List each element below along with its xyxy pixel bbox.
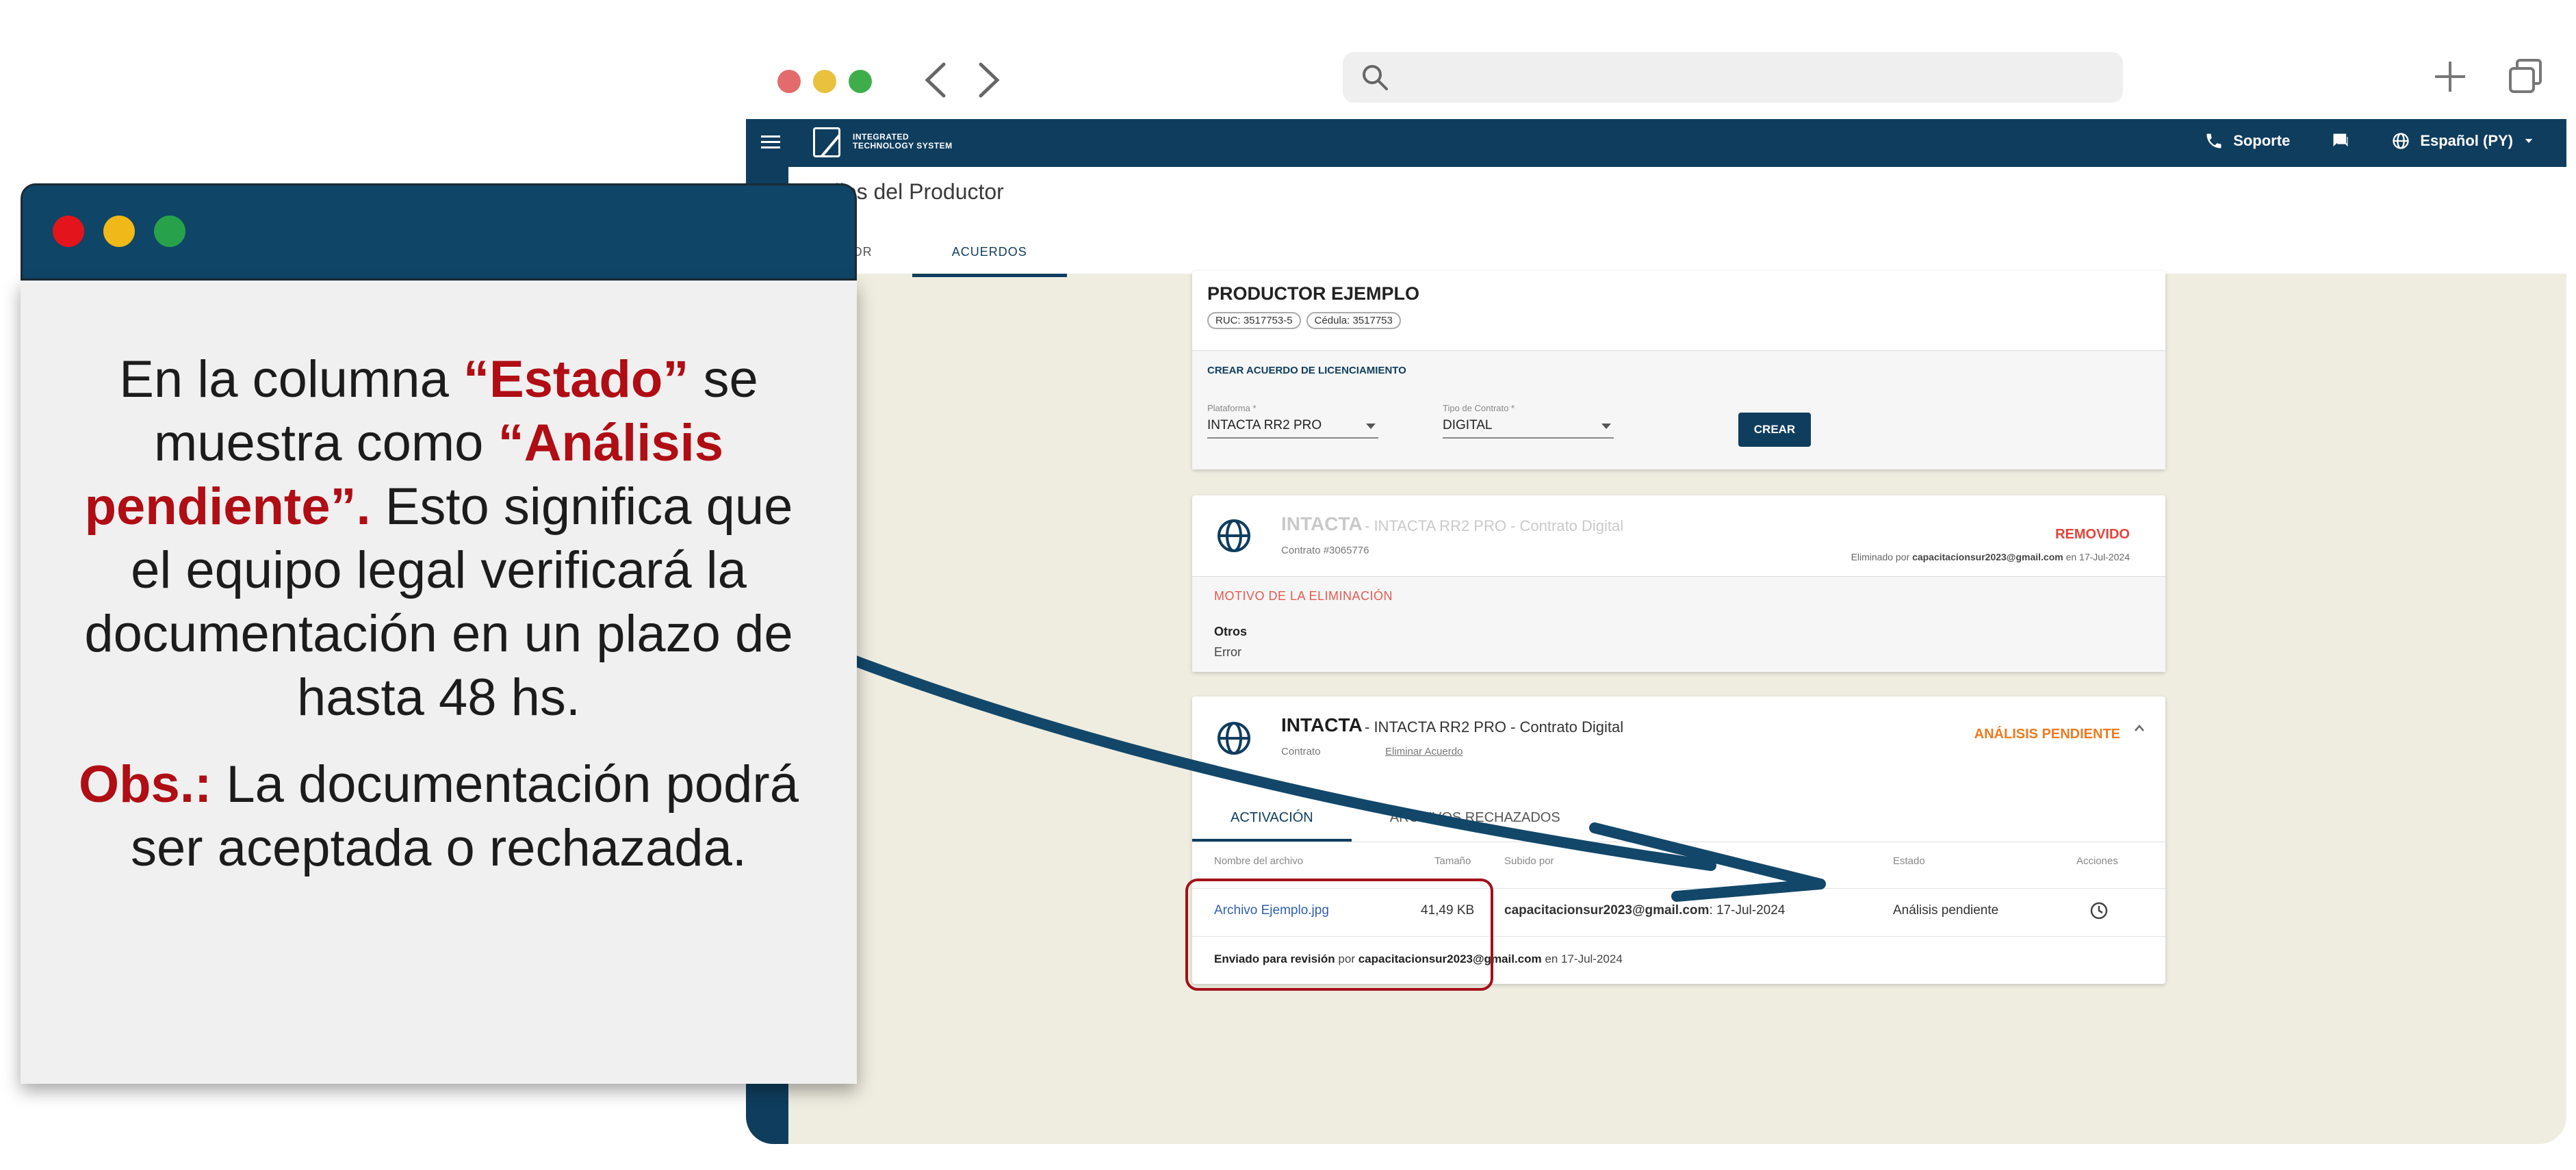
maximize-dot — [154, 216, 185, 247]
app-header: INTEGRATED TECHNOLOGY SYSTEM Soporte Esp… — [746, 119, 2566, 167]
address-bar[interactable] — [1343, 52, 2123, 103]
col-header-actions: Acciones — [2076, 855, 2118, 867]
contract-number: Contrato — [1281, 746, 1321, 757]
nav-arrows — [920, 56, 1004, 104]
contract-type-select[interactable]: DIGITAL — [1443, 418, 1614, 439]
agreement-subtitle: - INTACTA RR2 PRO - Contrato Digital — [1365, 718, 1624, 736]
minimize-dot — [103, 216, 135, 247]
support-label: Soporte — [2233, 132, 2291, 149]
clock-icon[interactable] — [2089, 900, 2109, 921]
status-badge: REMOVIDO — [2055, 527, 2130, 542]
dropdown-arrow-icon — [1601, 424, 1611, 429]
back-icon[interactable] — [920, 56, 949, 104]
create-agreement-title: CREAR ACUERDO DE LICENCIAMIENTO — [1207, 365, 1406, 376]
company-logo — [813, 127, 840, 157]
platform-label: Plataforma * — [1207, 403, 1257, 413]
tabs-overview-icon[interactable] — [2505, 56, 2546, 97]
producer-ids: RUC: 3517753-5 Cédula: 3517753 — [1207, 312, 1401, 329]
globe-icon — [2393, 133, 2409, 149]
callout-titlebar — [21, 183, 857, 281]
removal-reason-section: MOTIVO DE LA ELIMINACIÓN Otros Error — [1192, 576, 2165, 672]
producer-name: PRODUCTOR EJEMPLO — [1207, 283, 1420, 304]
platform-value: INTACTA RR2 PRO — [1207, 418, 1322, 432]
new-tab-icon[interactable] — [2430, 56, 2471, 97]
uploader: capacitacionsur2023@gmail.com: 17-Jul-20… — [1504, 903, 1786, 918]
support-link[interactable]: Soporte — [2204, 131, 2290, 151]
tab-acuerdos[interactable]: ACUERDOS — [912, 238, 1067, 277]
contract-number: Contrato #3065776 — [1281, 545, 1369, 556]
chevron-up-icon[interactable] — [2133, 721, 2146, 735]
chat-icon[interactable] — [2331, 131, 2350, 151]
close-dot[interactable] — [777, 70, 801, 93]
contract-type-label: Tipo de Contrato * — [1443, 403, 1515, 413]
callout-paragraph-1: En la columna “Estado” se muestra como “… — [84, 350, 793, 727]
create-button[interactable]: CREAR — [1738, 413, 1811, 447]
col-header-status: Estado — [1893, 855, 1925, 867]
ruc-chip: RUC: 3517753-5 — [1207, 312, 1301, 329]
removed-info: Eliminado por capacitacionsur2023@gmail.… — [1851, 551, 2130, 562]
removed-agreement-card[interactable]: INTACTA - INTACTA RR2 PRO - Contrato Dig… — [1192, 495, 2165, 672]
create-agreement-section: CREAR ACUERDO DE LICENCIAMIENTO Platafor… — [1192, 350, 2165, 469]
delete-agreement-link[interactable]: Eliminar Acuerdo — [1385, 746, 1463, 757]
agreement-title: INTACTA — [1281, 714, 1363, 736]
agreement-subtitle: - INTACTA RR2 PRO - Contrato Digital — [1365, 517, 1624, 534]
col-header-file: Nombre del archivo — [1214, 855, 1304, 867]
callout-body: En la columna “Estado” se muestra como “… — [21, 281, 857, 1084]
removal-reason: Otros — [1214, 625, 1248, 638]
callout-paragraph-2: Obs.: La documentación podrá ser aceptad… — [79, 755, 799, 877]
status-highlight-box — [1185, 879, 1493, 991]
window-controls — [777, 70, 872, 93]
status-badge: ANÁLISIS PENDIENTE — [1974, 727, 2120, 742]
agreement-tabs: ACTIVACIÓN ARCHIVOS RECHAZADOS — [1192, 796, 2165, 842]
minimize-dot[interactable] — [813, 70, 836, 93]
file-status: Análisis pendiente — [1893, 903, 1999, 918]
col-header-size: Tamaño — [1434, 855, 1471, 867]
tab-activacion[interactable]: ACTIVACIÓN — [1192, 796, 1352, 842]
language-selector[interactable]: Español (PY) — [2391, 131, 2535, 151]
callout-text: En la columna “Estado” se muestra como “… — [75, 348, 802, 880]
callout-window-controls — [53, 216, 185, 247]
tab-archivos-rechazados[interactable]: ARCHIVOS RECHAZADOS — [1352, 796, 1599, 842]
removal-reason-detail: Error — [1214, 645, 1241, 659]
browser-window: INTEGRATED TECHNOLOGY SYSTEM Soporte Esp… — [746, 42, 2566, 1144]
language-label: Español (PY) — [2420, 132, 2513, 149]
contract-type-value: DIGITAL — [1443, 418, 1493, 432]
phone-icon — [2206, 133, 2221, 148]
forward-icon[interactable] — [975, 56, 1004, 104]
page-header: Detalles del Productor PRODUCTOR ACUERDO… — [787, 167, 2566, 277]
platform-select[interactable]: INTACTA RR2 PRO — [1207, 418, 1378, 439]
cedula-chip: Cédula: 3517753 — [1306, 312, 1401, 329]
search-icon — [1363, 65, 1388, 90]
logo-text: INTEGRATED TECHNOLOGY SYSTEM — [853, 133, 953, 151]
removal-reason-title: MOTIVO DE LA ELIMINACIÓN — [1214, 589, 1393, 603]
maximize-dot[interactable] — [849, 70, 872, 93]
dropdown-arrow-icon — [1366, 424, 1376, 429]
globe-icon — [1215, 517, 1252, 554]
instruction-callout: En la columna “Estado” se muestra como “… — [21, 183, 857, 1084]
logo-line2: TECHNOLOGY SYSTEM — [853, 141, 953, 151]
browser-actions — [2430, 56, 2546, 97]
close-dot — [53, 216, 84, 247]
globe-icon — [1215, 720, 1252, 757]
col-header-uploader: Subido por — [1504, 855, 1554, 867]
producer-card: PRODUCTOR EJEMPLO RUC: 3517753-5 Cédula:… — [1192, 271, 2165, 469]
header-actions: Soporte Español (PY) — [2204, 131, 2535, 151]
caret-down-icon — [2525, 139, 2533, 143]
agreement-title: INTACTA — [1281, 513, 1363, 534]
menu-icon[interactable] — [758, 130, 783, 155]
